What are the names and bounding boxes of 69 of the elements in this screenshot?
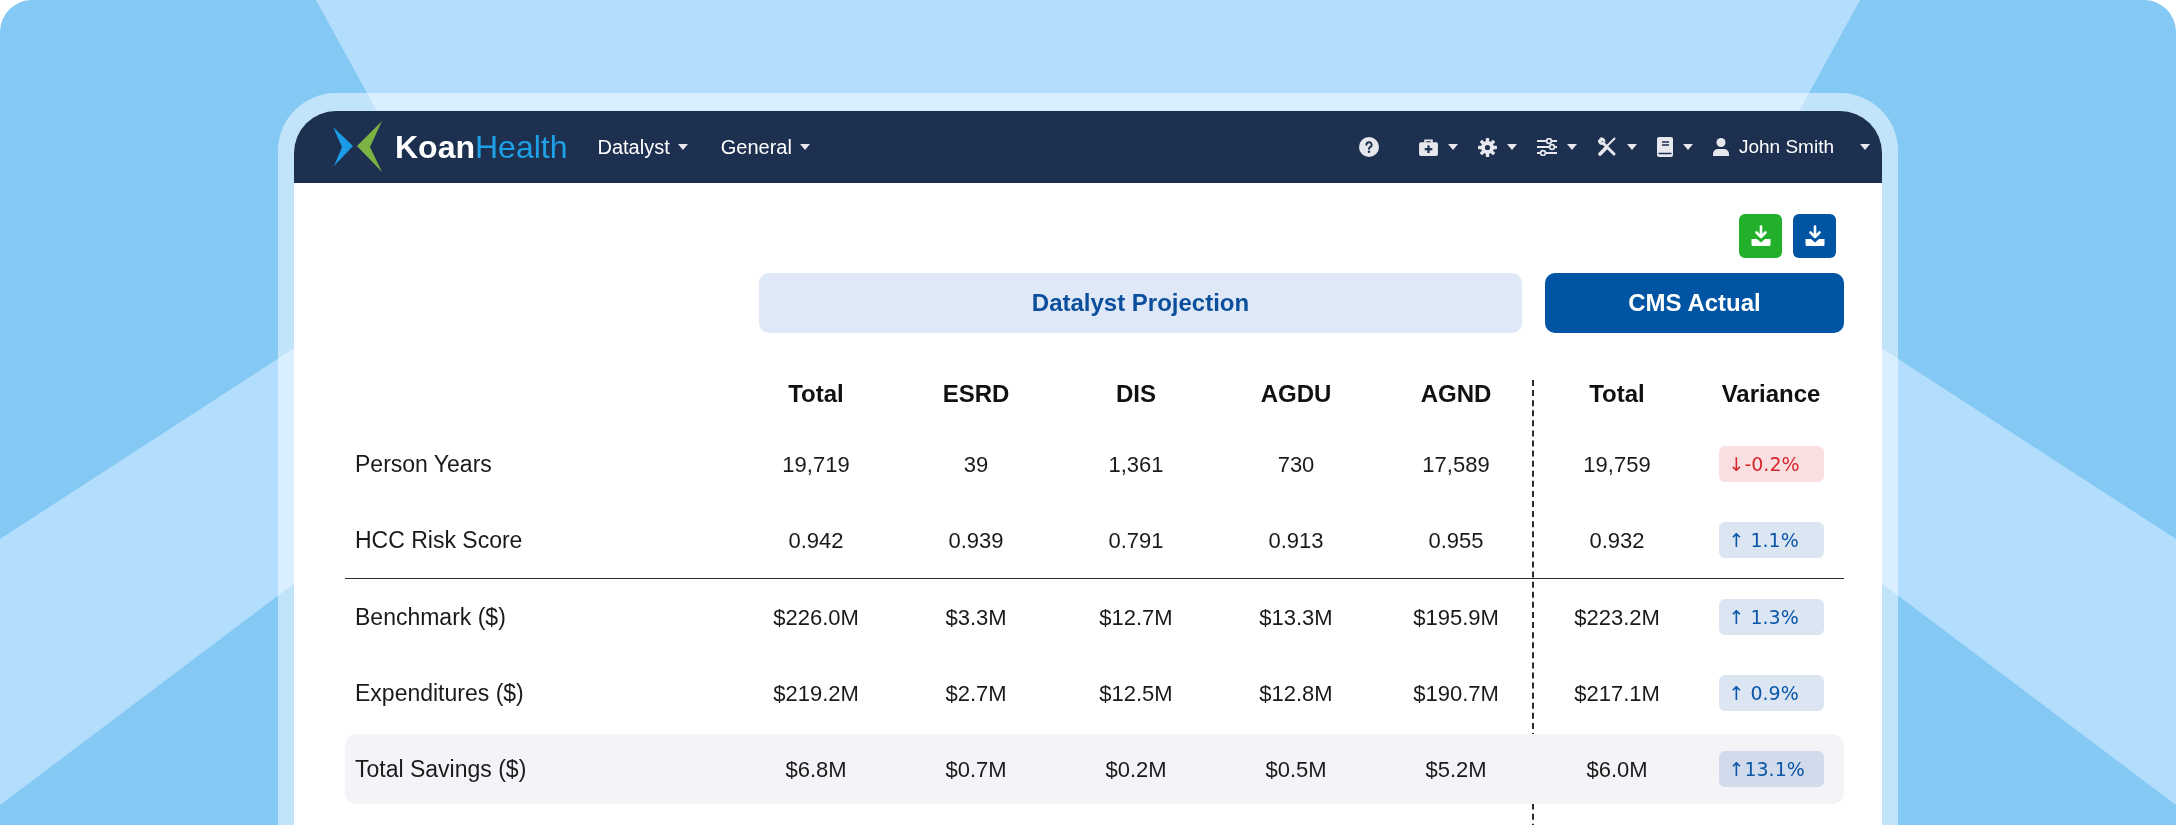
column-header: Total [788,379,844,409]
variance-badge: ↑ 1.3% [1718,599,1824,635]
tools-icon[interactable] [1596,137,1617,157]
table-cell-text: $12.5M [1099,679,1173,708]
nav-menu[interactable]: Datalyst [597,132,688,162]
column-header: ESRD [942,379,1010,409]
book-icon[interactable] [1656,137,1673,157]
row-label: Benchmark ($) [355,602,506,632]
column-header: Total [1589,379,1645,409]
table-cell-text: $0.2M [1105,755,1167,784]
settings-icon[interactable] [1477,137,1497,157]
table-cell-text: $2.7M [945,679,1007,708]
table-cell-text: 0.932 [1589,526,1645,555]
table-cell-text: 19,719 [782,450,850,479]
caret-icon[interactable] [1447,144,1458,150]
table-cell-text: $6.0M [1586,755,1648,784]
caret-icon[interactable] [1506,144,1517,150]
variance-badge: ↑ 0.9% [1718,675,1824,711]
user-icon [1712,138,1729,156]
table-cell-text: 0.955 [1428,526,1484,555]
table-cell-text: 0.913 [1268,526,1324,555]
download-icon [1749,225,1772,247]
row-label: HCC Risk Score [355,525,523,555]
table-cell-text: $3.3M [945,603,1007,632]
table-cell-text: $13.3M [1259,603,1333,632]
column-header: Variance [1721,379,1821,409]
table-cell-text: $6.8M [785,755,847,784]
column-header: DIS [1116,379,1156,409]
row-label: Person Years [355,449,492,479]
nav-menu[interactable]: General [720,132,810,162]
row-label: Expenditures ($) [355,678,524,708]
table-cell-text: 0.942 [788,526,844,555]
column-header: AGDU [1260,379,1332,409]
column-group-header: CMS Actual [1545,273,1844,333]
table-cell-text: 0.791 [1108,526,1164,555]
table-cell-text: 39 [963,450,989,479]
table-cell-text: $217.1M [1574,679,1660,708]
user-menu[interactable]: John Smith [1712,132,1870,162]
table-cell-text: $223.2M [1574,603,1660,632]
sliders-icon[interactable] [1536,138,1557,156]
table-cell-text: $0.7M [945,755,1007,784]
table-cell-text: 0.939 [948,526,1004,555]
table-cell-text: $5.2M [1425,755,1487,784]
table-cell-text: $12.7M [1099,603,1173,632]
table-cell-text: 1,361 [1108,450,1164,479]
caret-icon[interactable] [677,144,688,150]
table-cell-text: $195.9M [1413,603,1499,632]
row-label: Total Savings ($) [355,754,527,784]
download-icon [1803,225,1826,247]
table-cell-text: $12.8M [1259,679,1333,708]
variance-badge: ↑ 1.1% [1718,522,1824,558]
column-group-header: Datalyst Projection [759,273,1522,333]
table-cell-text: 19,759 [1583,450,1651,479]
table-cell-text: $219.2M [773,679,859,708]
table-cell-text: $190.7M [1413,679,1499,708]
caret-icon[interactable] [1566,144,1577,150]
column-header: AGND [1420,379,1492,409]
table-cell-text: 17,589 [1422,450,1490,479]
table-cell-text: $0.5M [1265,755,1327,784]
caret-icon[interactable] [799,144,810,150]
download-button[interactable] [1793,214,1836,258]
table-cell-text: $226.0M [773,603,859,632]
variance-badge: ↓-0.2% [1718,446,1824,482]
variance-badge: ↑13.1% [1718,751,1824,787]
help-icon[interactable] [1358,137,1379,157]
logo-text: KoanHealth [395,131,568,163]
logo-icon [333,121,383,173]
medical-kit-icon[interactable] [1418,138,1438,156]
table-cell-text: 730 [1277,450,1315,479]
